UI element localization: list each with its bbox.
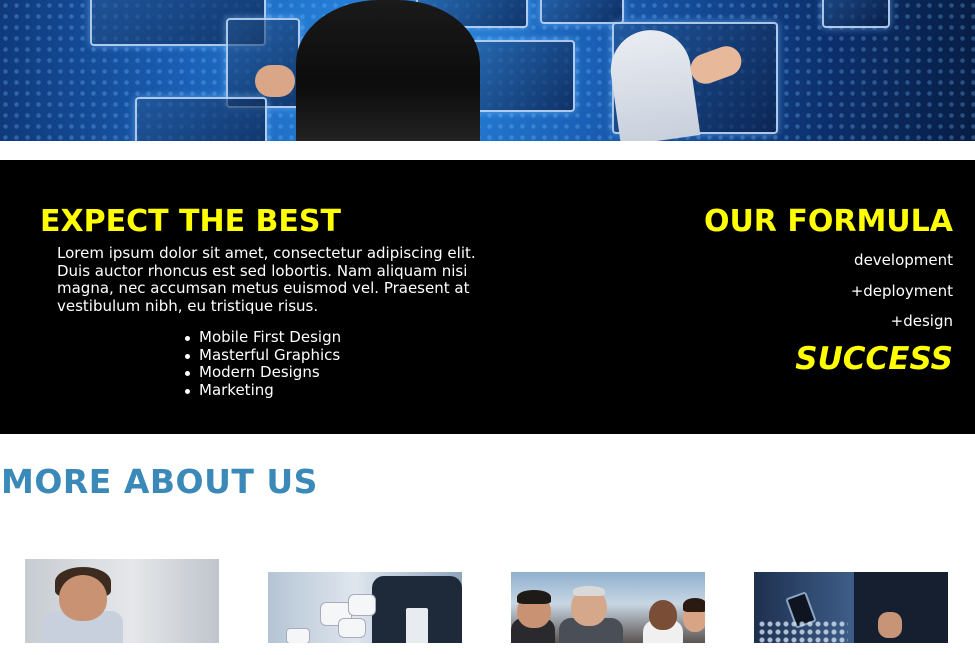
thumb-figure: [406, 608, 428, 643]
speech-bubble-icon: [338, 618, 366, 638]
formula-line: +deployment: [850, 282, 953, 300]
about-thumbnail[interactable]: [754, 572, 948, 643]
feature-item: Mobile First Design: [183, 328, 341, 347]
thumb-figure: [878, 612, 902, 638]
formula-line: +design: [890, 312, 953, 330]
formula-line: development: [854, 251, 953, 269]
speech-bubble-icon: [348, 594, 376, 616]
feature-item: Masterful Graphics: [183, 346, 341, 365]
thumb-figure: [573, 586, 605, 596]
about-thumbnail[interactable]: [268, 572, 462, 643]
about-thumbnail[interactable]: [25, 559, 219, 643]
more-about-heading: MORE ABOUT US: [1, 462, 318, 501]
feature-list: Mobile First Design Masterful Graphics M…: [183, 328, 341, 400]
formula-result: SUCCESS: [795, 341, 953, 377]
thumb-figure: [517, 590, 551, 604]
feature-item: Modern Designs: [183, 363, 341, 382]
formula-heading: OUR FORMULA: [703, 204, 953, 239]
features-band: EXPECT THE BEST Lorem ipsum dolor sit am…: [0, 160, 975, 434]
hero-person: [296, 0, 480, 141]
hero-screen-panel: [822, 0, 890, 28]
hero-screen-panel: [135, 97, 267, 141]
network-graphic: [758, 620, 848, 643]
hero-image: [0, 0, 975, 141]
speech-bubble-icon: [286, 628, 310, 643]
feature-item: Marketing: [183, 381, 341, 400]
thumb-figure: [59, 575, 107, 621]
thumb-figure: [649, 600, 677, 630]
hero-hand: [255, 65, 295, 97]
expect-paragraph: Lorem ipsum dolor sit amet, consectetur …: [57, 244, 476, 315]
page: EXPECT THE BEST Lorem ipsum dolor sit am…: [0, 0, 975, 655]
about-thumbnail[interactable]: [511, 572, 705, 643]
thumb-figure: [683, 598, 705, 612]
hero-screen-panel: [540, 0, 624, 24]
expect-heading: EXPECT THE BEST: [40, 204, 341, 239]
hero-screen-panel: [467, 40, 575, 112]
